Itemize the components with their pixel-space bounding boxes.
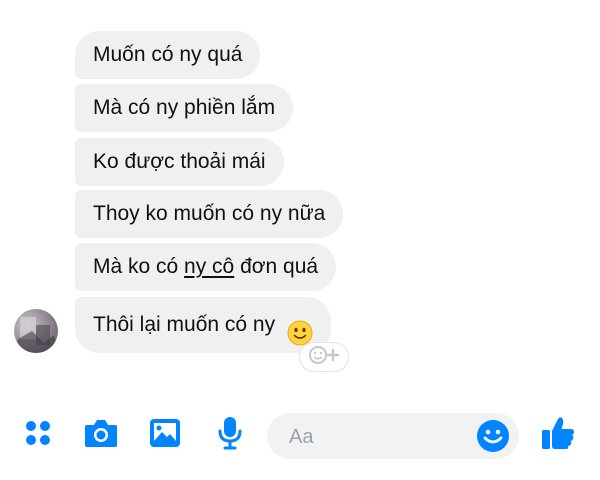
message-bubble[interactable]: Mà ko có ny cô đơn quá xyxy=(75,243,337,291)
smiley-emoji-icon xyxy=(287,312,313,346)
gallery-button[interactable] xyxy=(147,417,183,453)
camera-button[interactable] xyxy=(83,417,119,453)
microphone-button[interactable] xyxy=(212,415,248,456)
message-bubble[interactable]: Thoy ko muốn có ny nữa xyxy=(75,190,344,238)
message-text: Muốn có ny quá xyxy=(93,43,243,66)
message-bubble[interactable]: Ko được thoải mái xyxy=(75,138,284,186)
smiley-icon xyxy=(475,420,511,458)
message-text-post: đơn quá xyxy=(234,255,319,278)
like-button[interactable] xyxy=(540,415,576,456)
add-reaction-icon xyxy=(306,345,342,370)
message-text: Thoy ko muốn có ny nữa xyxy=(93,202,326,225)
message-bubble[interactable]: Muốn có ny quá xyxy=(75,31,261,79)
avatar[interactable] xyxy=(14,309,58,353)
emoji-button[interactable] xyxy=(475,418,511,454)
message-input-container xyxy=(267,413,519,461)
composer-bar xyxy=(0,405,600,465)
message-text: Ko được thoải mái xyxy=(93,150,266,173)
camera-icon xyxy=(83,417,119,454)
message-bubble[interactable]: Thôi lại muốn có ny xyxy=(75,297,331,353)
menu-button[interactable] xyxy=(20,417,56,453)
grid-dots-icon xyxy=(22,417,54,454)
add-reaction-button[interactable] xyxy=(300,343,348,371)
message-text: Mà có ny phiền lắm xyxy=(93,96,276,119)
message-input[interactable] xyxy=(287,413,471,461)
underlined-text: ny cô xyxy=(184,255,235,278)
microphone-icon xyxy=(216,415,244,456)
image-icon xyxy=(148,417,182,454)
message-thread: Muốn có ny quá Mà có ny phiền lắm Ko đượ… xyxy=(0,0,600,400)
message-text-pre: Mà ko có xyxy=(93,255,185,278)
message-bubble[interactable]: Mà có ny phiền lắm xyxy=(75,84,294,132)
thumbs-up-icon xyxy=(540,415,576,456)
message-text: Thôi lại muốn có ny xyxy=(93,313,276,336)
